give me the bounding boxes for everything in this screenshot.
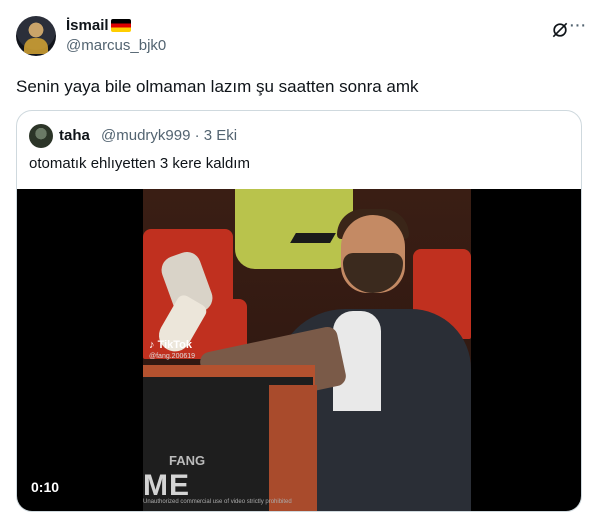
tweet-text: Senin yaya bile olmaman lazım şu saatten… — [16, 77, 419, 96]
quoted-date[interactable]: 3 Eki — [204, 127, 237, 144]
overlay-small-text: FANG — [169, 453, 206, 468]
quoted-tweet[interactable]: taha @mudryk999 · 3 Eki otomatık ehlıyet… — [16, 110, 582, 512]
avatar[interactable] — [16, 16, 56, 56]
tweet-header: İsmail @marcus_bjk0 ··· — [16, 14, 586, 58]
shirt-stripe — [290, 233, 336, 243]
tiktok-icon: ♪ — [149, 339, 155, 351]
user-handle[interactable]: @marcus_bjk0 — [66, 37, 166, 54]
video-frame: ♪ TikTok @fang.200619 FANG ME Unauthoriz… — [143, 189, 471, 511]
quoted-avatar[interactable] — [29, 124, 53, 148]
video-player[interactable]: ♪ TikTok @fang.200619 FANG ME Unauthoriz… — [17, 189, 581, 511]
video-timecode: 0:10 — [31, 479, 60, 495]
brick-wall-side — [269, 385, 317, 511]
more-icon[interactable]: ··· — [566, 15, 588, 40]
germany-flag-icon — [110, 19, 131, 32]
quoted-handle[interactable]: @mudryk999 — [101, 127, 190, 144]
tiktok-watermark: ♪ TikTok — [149, 339, 192, 351]
quoted-display-name[interactable]: taha — [59, 127, 90, 144]
tiktok-label: TikTok — [157, 339, 192, 351]
overlay-big-text: ME — [143, 469, 190, 502]
spectator-shirt — [235, 189, 353, 269]
display-name-text[interactable]: İsmail — [66, 17, 109, 34]
quoted-text: otomatık ehlıyetten 3 kere kaldım — [29, 155, 250, 172]
display-name[interactable]: İsmail — [66, 17, 131, 34]
separator-dot: · — [194, 127, 200, 144]
video-disclaimer: Unauthorized commercial use of video str… — [143, 499, 292, 505]
tiktok-username: @fang.200619 — [149, 353, 196, 360]
quoted-handle-line: @mudryk999 · 3 Eki — [101, 127, 237, 144]
